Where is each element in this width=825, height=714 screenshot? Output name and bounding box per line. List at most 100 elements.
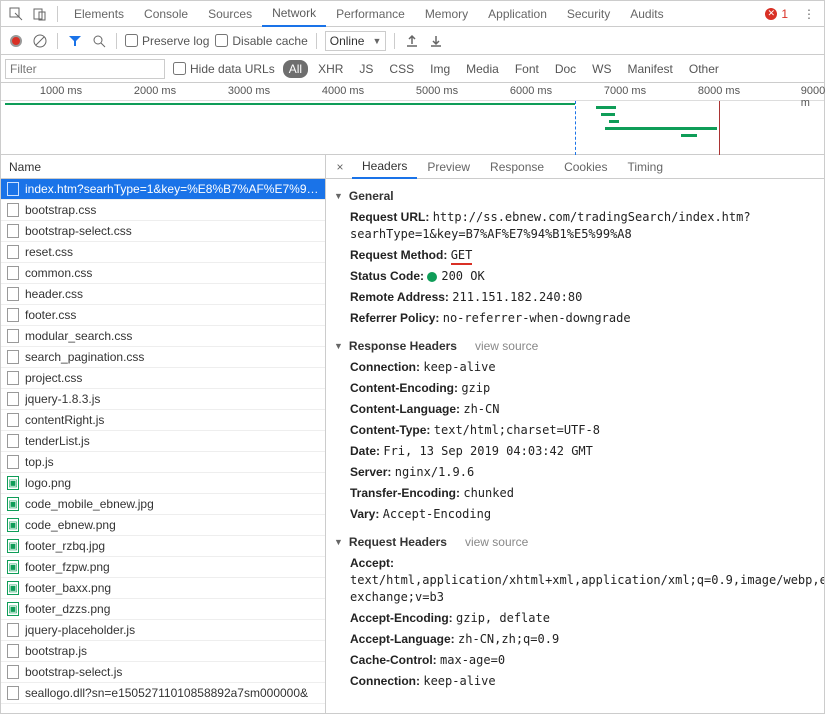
- filter-type-media[interactable]: Media: [460, 60, 505, 78]
- request-name: code_ebnew.png: [25, 518, 116, 532]
- request-name: tenderList.js: [25, 434, 90, 448]
- error-badge[interactable]: ✕1: [757, 7, 796, 21]
- filter-input[interactable]: [5, 59, 165, 79]
- throttle-select[interactable]: Online▼: [325, 31, 387, 51]
- view-source-link[interactable]: view source: [465, 535, 528, 549]
- name-column-header[interactable]: Name: [1, 155, 325, 179]
- request-row[interactable]: bootstrap-select.css: [1, 221, 325, 242]
- tab-sources[interactable]: Sources: [198, 1, 262, 27]
- request-row[interactable]: ▣footer_dzzs.png: [1, 599, 325, 620]
- tab-console[interactable]: Console: [134, 1, 198, 27]
- css-file-icon: [7, 245, 19, 259]
- request-name: jquery-placeholder.js: [25, 623, 135, 637]
- upload-icon[interactable]: [403, 32, 421, 50]
- response-headers-toggle[interactable]: ▼Response Headersview source: [326, 335, 824, 357]
- tab-memory[interactable]: Memory: [415, 1, 478, 27]
- detail-tab-timing[interactable]: Timing: [617, 155, 673, 179]
- request-list: index.htm?searhType=1&key=%E8%B7%AF%E7%9…: [1, 179, 325, 713]
- filter-type-manifest[interactable]: Manifest: [622, 60, 679, 78]
- main-tabbar: ElementsConsoleSourcesNetworkPerformance…: [1, 1, 824, 27]
- request-row[interactable]: search_pagination.css: [1, 347, 325, 368]
- timeline-tick: 2000 ms: [134, 85, 176, 97]
- request-row[interactable]: bootstrap.js: [1, 641, 325, 662]
- css-file-icon: [7, 371, 19, 385]
- filter-type-img[interactable]: Img: [424, 60, 456, 78]
- request-row[interactable]: tenderList.js: [1, 431, 325, 452]
- filter-type-other[interactable]: Other: [683, 60, 725, 78]
- request-name: seallogo.dll?sn=e15052711010858892a7sm00…: [25, 686, 308, 700]
- request-row[interactable]: ▣footer_baxx.png: [1, 578, 325, 599]
- img-file-icon: ▣: [7, 476, 19, 490]
- request-row[interactable]: reset.css: [1, 242, 325, 263]
- request-row[interactable]: seallogo.dll?sn=e15052711010858892a7sm00…: [1, 683, 325, 704]
- request-headers-section: ▼Request Headersview source Accept: text…: [326, 531, 824, 692]
- js-file-icon: [7, 623, 19, 637]
- request-row[interactable]: modular_search.css: [1, 326, 325, 347]
- filter-type-css[interactable]: CSS: [383, 60, 420, 78]
- search-icon[interactable]: [90, 32, 108, 50]
- request-name: footer_rzbq.jpg: [25, 539, 105, 553]
- request-row[interactable]: ▣ logo.png: [1, 473, 325, 494]
- detail-tab-response[interactable]: Response: [480, 155, 554, 179]
- hide-data-urls-checkbox[interactable]: Hide data URLs: [173, 62, 275, 76]
- request-row[interactable]: jquery-1.8.3.js: [1, 389, 325, 410]
- detail-tab-headers[interactable]: Headers: [352, 155, 417, 179]
- clear-icon[interactable]: [31, 32, 49, 50]
- inspect-icon[interactable]: [5, 3, 27, 25]
- request-row[interactable]: index.htm?searhType=1&key=%E8%B7%AF%E7%9…: [1, 179, 325, 200]
- filter-type-js[interactable]: JS: [353, 60, 379, 78]
- filter-icon[interactable]: [66, 32, 84, 50]
- request-row[interactable]: header.css: [1, 284, 325, 305]
- tab-application[interactable]: Application: [478, 1, 557, 27]
- request-headers-toggle[interactable]: ▼Request Headersview source: [326, 531, 824, 553]
- img-file-icon: ▣: [7, 602, 19, 616]
- tab-network[interactable]: Network: [262, 1, 326, 27]
- request-row[interactable]: common.css: [1, 263, 325, 284]
- request-row[interactable]: ▣footer_fzpw.png: [1, 557, 325, 578]
- request-row[interactable]: contentRight.js: [1, 410, 325, 431]
- request-row[interactable]: footer.css: [1, 305, 325, 326]
- filter-type-font[interactable]: Font: [509, 60, 545, 78]
- request-row[interactable]: ▣code_mobile_ebnew.jpg: [1, 494, 325, 515]
- request-row[interactable]: jquery-placeholder.js: [1, 620, 325, 641]
- timeline[interactable]: 1000 ms2000 ms3000 ms4000 ms5000 ms6000 …: [1, 83, 824, 155]
- header-row: Content-Language: zh-CN: [326, 399, 824, 420]
- kebab-icon[interactable]: ⋮: [798, 3, 820, 25]
- request-name: jquery-1.8.3.js: [25, 392, 100, 406]
- filter-type-all[interactable]: All: [283, 60, 308, 78]
- request-name: project.css: [25, 371, 82, 385]
- request-name: logo.png: [25, 476, 71, 490]
- detail-tab-preview[interactable]: Preview: [417, 155, 480, 179]
- view-source-link[interactable]: view source: [475, 339, 538, 353]
- css-file-icon: [7, 329, 19, 343]
- request-row[interactable]: top.js: [1, 452, 325, 473]
- preserve-log-checkbox[interactable]: Preserve log: [125, 34, 209, 48]
- caret-down-icon: ▼: [334, 341, 343, 351]
- device-toggle-icon[interactable]: [29, 3, 51, 25]
- img-file-icon: ▣: [7, 560, 19, 574]
- detail-tab-cookies[interactable]: Cookies: [554, 155, 617, 179]
- download-icon[interactable]: [427, 32, 445, 50]
- timeline-tick: 7000 ms: [604, 85, 646, 97]
- request-row[interactable]: project.css: [1, 368, 325, 389]
- filter-type-doc[interactable]: Doc: [549, 60, 582, 78]
- request-row[interactable]: ▣code_ebnew.png: [1, 515, 325, 536]
- tab-elements[interactable]: Elements: [64, 1, 134, 27]
- filter-type-ws[interactable]: WS: [586, 60, 617, 78]
- disable-cache-checkbox[interactable]: Disable cache: [215, 34, 307, 48]
- filter-type-xhr[interactable]: XHR: [312, 60, 349, 78]
- divider: [394, 33, 395, 49]
- timeline-tick: 3000 ms: [228, 85, 270, 97]
- close-icon[interactable]: ×: [330, 160, 350, 174]
- request-row[interactable]: bootstrap.css: [1, 200, 325, 221]
- tab-audits[interactable]: Audits: [620, 1, 673, 27]
- response-headers-section: ▼Response Headersview source Connection:…: [326, 335, 824, 525]
- tab-performance[interactable]: Performance: [326, 1, 415, 27]
- request-name: code_mobile_ebnew.jpg: [25, 497, 154, 511]
- record-button[interactable]: [7, 32, 25, 50]
- request-row[interactable]: ▣footer_rzbq.jpg: [1, 536, 325, 557]
- tab-security[interactable]: Security: [557, 1, 620, 27]
- request-row[interactable]: bootstrap-select.js: [1, 662, 325, 683]
- general-toggle[interactable]: ▼General: [326, 185, 824, 207]
- request-name: modular_search.css: [25, 329, 132, 343]
